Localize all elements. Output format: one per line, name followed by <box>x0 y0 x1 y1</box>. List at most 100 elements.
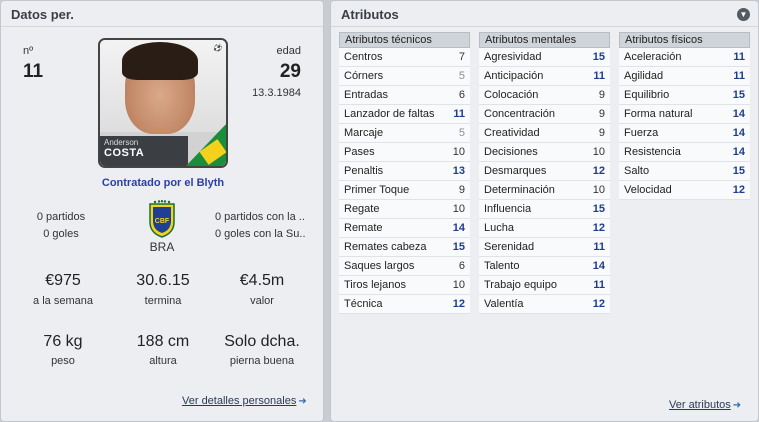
attribute-value: 12 <box>592 222 605 234</box>
weight-label: peso <box>51 355 75 367</box>
attribute-value: 10 <box>452 203 465 215</box>
attribute-name: Entradas <box>344 89 389 101</box>
attribute-row[interactable]: Desmarques 12 <box>479 162 610 181</box>
attribute-value: 6 <box>458 89 465 101</box>
national-team-crest-icon[interactable]: CBF <box>147 200 177 238</box>
attributes-link-text[interactable]: Ver atributos <box>669 399 731 411</box>
attribute-row[interactable]: Remate 14 <box>339 219 470 238</box>
attribute-row[interactable]: Serenidad 11 <box>479 238 610 257</box>
height-value: 188 cm <box>136 333 190 350</box>
attribute-name: Determinación <box>484 184 555 196</box>
national-goals: 0 goles con la Su.. <box>215 228 306 240</box>
attribute-row[interactable]: Tiros lejanos 10 <box>339 276 470 295</box>
attribute-row[interactable]: Anticipación 11 <box>479 67 610 86</box>
collapse-chevron-icon[interactable]: ▼ <box>737 8 750 21</box>
attribute-name: Primer Toque <box>344 184 410 196</box>
attribute-name: Córners <box>344 70 384 82</box>
attribute-name: Lucha <box>484 222 514 234</box>
attribute-name: Decisiones <box>484 146 538 158</box>
attribute-value: 12 <box>592 165 605 177</box>
attribute-row[interactable]: Concentración 9 <box>479 105 610 124</box>
attribute-name: Velocidad <box>624 184 672 196</box>
attribute-value: 13 <box>452 165 465 177</box>
preferred-foot-label: pierna buena <box>229 355 295 367</box>
attribute-value: 11 <box>593 241 605 253</box>
svg-text:CBF: CBF <box>155 218 170 225</box>
attribute-row[interactable]: Regate 10 <box>339 200 470 219</box>
weight-value: 76 kg <box>43 333 83 350</box>
attribute-value: 12 <box>732 184 745 196</box>
attribute-value: 15 <box>592 51 605 63</box>
attribute-name: Salto <box>624 165 650 177</box>
attribute-name: Marcaje <box>344 127 384 139</box>
contract-club-link[interactable]: Contratado por el Blyth <box>1 177 325 189</box>
arrow-right-icon: ➜ <box>732 400 742 411</box>
attribute-name: Remate <box>344 222 383 234</box>
attribute-value: 14 <box>452 222 465 234</box>
attribute-row[interactable]: Colocación 9 <box>479 86 610 105</box>
attribute-value: 14 <box>732 146 745 158</box>
attribute-row[interactable]: Marcaje 5 <box>339 124 470 143</box>
attribute-name: Penaltis <box>344 165 384 177</box>
attribute-name: Fuerza <box>624 127 659 139</box>
attribute-row[interactable]: Equilibrio 15 <box>619 86 750 105</box>
attribute-row[interactable]: Remates cabeza 15 <box>339 238 470 257</box>
attribute-value: 11 <box>593 70 605 82</box>
attribute-row[interactable]: Determinación 10 <box>479 181 610 200</box>
attribute-value: 15 <box>452 241 465 253</box>
attribute-name: Talento <box>484 260 520 272</box>
attribute-row[interactable]: Trabajo equipo 11 <box>479 276 610 295</box>
personal-details-link[interactable]: Ver detalles personales ➜ <box>182 391 307 409</box>
attribute-row[interactable]: Creatividad 9 <box>479 124 610 143</box>
nation-code: BRA <box>149 240 175 254</box>
attribute-value: 11 <box>593 279 605 291</box>
attribute-row[interactable]: Fuerza 14 <box>619 124 750 143</box>
attribute-row[interactable]: Agresividad 15 <box>479 48 610 67</box>
attribute-row[interactable]: Lanzador de faltas 11 <box>339 105 470 124</box>
attributes-link[interactable]: Ver atributos ➜ <box>669 395 741 413</box>
attribute-value: 5 <box>458 70 465 82</box>
club-games: 0 partidos <box>36 211 86 223</box>
attribute-row[interactable]: Decisiones 10 <box>479 143 610 162</box>
attribute-row[interactable]: Talento 14 <box>479 257 610 276</box>
attribute-row[interactable]: Resistencia 14 <box>619 143 750 162</box>
column-heading: Atributos físicos <box>619 32 750 48</box>
attribute-name: Equilibrio <box>624 89 670 101</box>
attribute-row[interactable]: Primer Toque 9 <box>339 181 470 200</box>
contract-expiry-label: termina <box>144 295 182 307</box>
player-portrait[interactable]: ⚽ Anderson COSTA <box>98 38 228 168</box>
personal-data-panel: Datos per. nº 11 edad 29 13.3.1984 ⚽ And… <box>0 0 324 422</box>
attribute-row[interactable]: Aceleración 11 <box>619 48 750 67</box>
attribute-row[interactable]: Agilidad 11 <box>619 67 750 86</box>
personal-details-link-text[interactable]: Ver detalles personales <box>182 395 296 407</box>
column-heading: Atributos técnicos <box>339 32 470 48</box>
wage-label: a la semana <box>33 295 93 307</box>
attribute-name: Concentración <box>484 108 555 120</box>
attribute-name: Técnica <box>344 298 383 310</box>
attribute-row[interactable]: Forma natural 14 <box>619 105 750 124</box>
attribute-row[interactable]: Pases 10 <box>339 143 470 162</box>
attribute-row[interactable]: Valentía 12 <box>479 295 610 314</box>
attribute-value: 15 <box>732 89 745 101</box>
mental-attributes-column: Atributos mentales Agresividad 15 Anticipa… <box>479 32 610 314</box>
attribute-value: 12 <box>452 298 465 310</box>
attribute-row[interactable]: Córners 5 <box>339 67 470 86</box>
attribute-name: Trabajo equipo <box>484 279 557 291</box>
attribute-row[interactable]: Lucha 12 <box>479 219 610 238</box>
attribute-row[interactable]: Salto 15 <box>619 162 750 181</box>
attribute-row[interactable]: Penaltis 13 <box>339 162 470 181</box>
attribute-row[interactable]: Técnica 12 <box>339 295 470 314</box>
attribute-value: 11 <box>733 70 745 82</box>
attribute-name: Serenidad <box>484 241 535 253</box>
technical-attributes-column: Atributos técnicos Centros 7 Córners 5 Entra… <box>339 32 470 314</box>
attribute-row[interactable]: Centros 7 <box>339 48 470 67</box>
attribute-row[interactable]: Saques largos 6 <box>339 257 470 276</box>
birth-date: 13.3.1984 <box>252 87 301 99</box>
attribute-row[interactable]: Velocidad 12 <box>619 181 750 200</box>
attribute-row[interactable]: Entradas 6 <box>339 86 470 105</box>
squad-number: 11 <box>23 61 44 82</box>
arrow-right-icon: ➜ <box>298 396 307 407</box>
attribute-row[interactable]: Influencia 15 <box>479 200 610 219</box>
attribute-name: Saques largos <box>344 260 415 272</box>
attribute-value: 12 <box>592 298 605 310</box>
